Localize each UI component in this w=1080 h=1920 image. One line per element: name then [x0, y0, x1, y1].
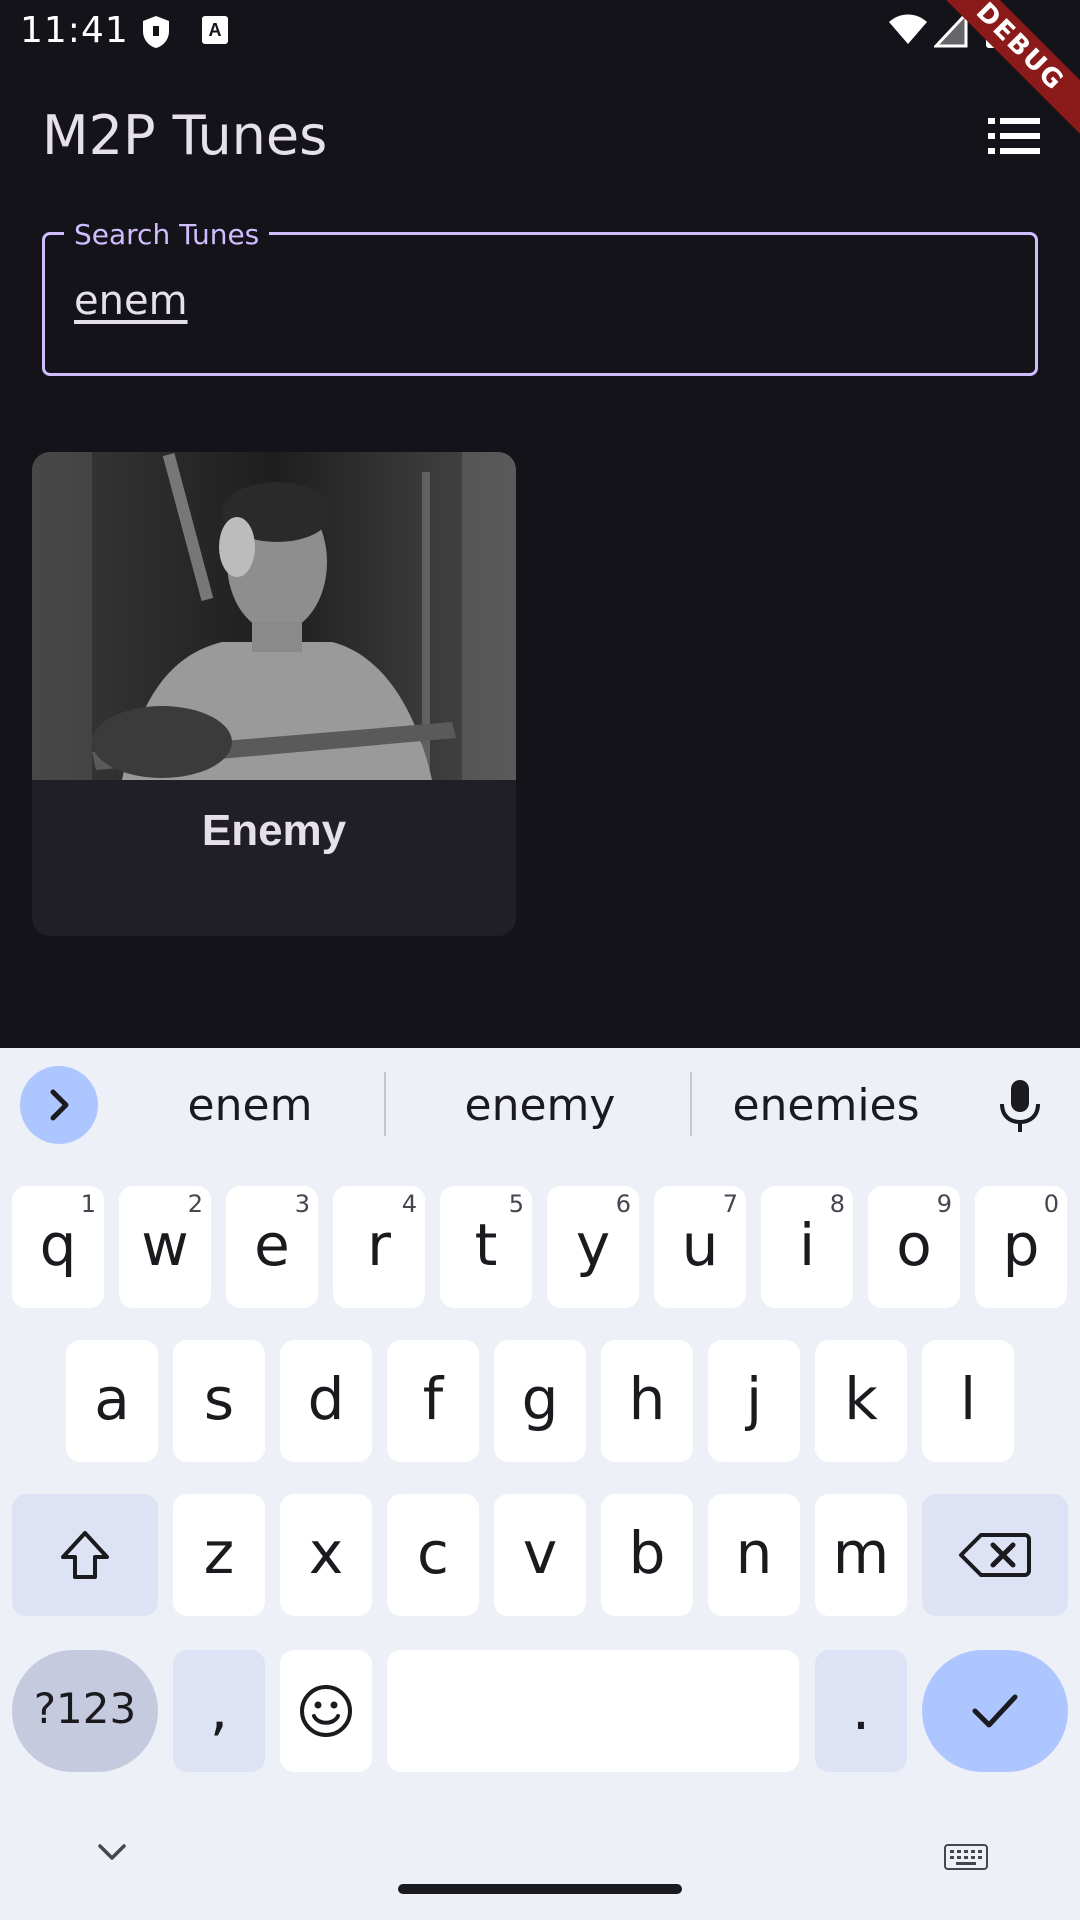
- album-art-image: [32, 452, 516, 780]
- key-s[interactable]: s: [173, 1340, 265, 1462]
- search-value[interactable]: enem: [74, 278, 188, 324]
- backspace-key[interactable]: [922, 1494, 1068, 1616]
- period-key[interactable]: .: [815, 1650, 907, 1772]
- key-n[interactable]: n: [708, 1494, 800, 1616]
- key-t[interactable]: t5: [440, 1186, 532, 1308]
- home-gesture-bar[interactable]: [398, 1884, 682, 1894]
- suggestion-3[interactable]: enemies: [716, 1080, 936, 1131]
- key-k[interactable]: k: [815, 1340, 907, 1462]
- backspace-icon: [959, 1533, 1031, 1577]
- space-bar[interactable]: [387, 1650, 799, 1772]
- emoji-key[interactable]: [280, 1650, 372, 1772]
- keyboard-a-icon: A: [202, 16, 228, 44]
- key-a[interactable]: a: [66, 1340, 158, 1462]
- hide-keyboard-chevron-icon[interactable]: [96, 1842, 128, 1862]
- key-o[interactable]: o9: [868, 1186, 960, 1308]
- key-m[interactable]: m: [815, 1494, 907, 1616]
- symbols-key[interactable]: ?123: [12, 1650, 158, 1772]
- tune-title: Enemy: [201, 806, 347, 855]
- chevron-right-icon: [50, 1089, 69, 1121]
- svg-text:A: A: [209, 20, 222, 40]
- key-d[interactable]: d: [280, 1340, 372, 1462]
- shield-icon: [143, 16, 169, 48]
- key-b[interactable]: b: [601, 1494, 693, 1616]
- key-u[interactable]: u7: [654, 1186, 746, 1308]
- key-y[interactable]: y6: [547, 1186, 639, 1308]
- key-l[interactable]: l: [922, 1340, 1014, 1462]
- key-h[interactable]: h: [601, 1340, 693, 1462]
- key-r[interactable]: r4: [333, 1186, 425, 1308]
- key-z[interactable]: z: [173, 1494, 265, 1616]
- emoji-icon: [300, 1685, 352, 1737]
- key-e[interactable]: e3: [226, 1186, 318, 1308]
- key-i[interactable]: i8: [761, 1186, 853, 1308]
- key-v[interactable]: v: [494, 1494, 586, 1616]
- status-bar: 11:41 A DEBUG: [0, 0, 1080, 153]
- key-g[interactable]: g: [494, 1340, 586, 1462]
- key-c[interactable]: c: [387, 1494, 479, 1616]
- enter-key[interactable]: [922, 1650, 1068, 1772]
- suggestion-divider: [384, 1072, 386, 1136]
- wifi-icon: [889, 14, 927, 44]
- key-w[interactable]: w2: [119, 1186, 211, 1308]
- key-q[interactable]: q1: [12, 1186, 104, 1308]
- tune-card[interactable]: [32, 452, 516, 936]
- app-title: M2P Tunes: [42, 104, 328, 167]
- status-time: 11:41: [20, 10, 129, 51]
- shift-key[interactable]: [12, 1494, 158, 1616]
- checkmark-icon: [972, 1694, 1018, 1728]
- suggestion-2[interactable]: enemy: [420, 1080, 660, 1131]
- keyboard-switch-icon[interactable]: [944, 1844, 988, 1870]
- search-input[interactable]: [42, 232, 1038, 376]
- shift-arrow-icon: [61, 1531, 109, 1579]
- list-view-icon[interactable]: [988, 116, 1040, 156]
- key-x[interactable]: x: [280, 1494, 372, 1616]
- comma-key[interactable]: ,: [173, 1650, 265, 1772]
- key-f[interactable]: f: [387, 1340, 479, 1462]
- microphone-icon[interactable]: [996, 1078, 1044, 1134]
- soft-keyboard: [0, 1048, 1080, 1920]
- search-label: Search Tunes: [64, 218, 270, 251]
- suggestion-1[interactable]: enem: [150, 1080, 350, 1131]
- key-p[interactable]: p0: [975, 1186, 1067, 1308]
- key-j[interactable]: j: [708, 1340, 800, 1462]
- suggestion-divider: [690, 1072, 692, 1136]
- expand-toolbar-button[interactable]: [20, 1066, 98, 1144]
